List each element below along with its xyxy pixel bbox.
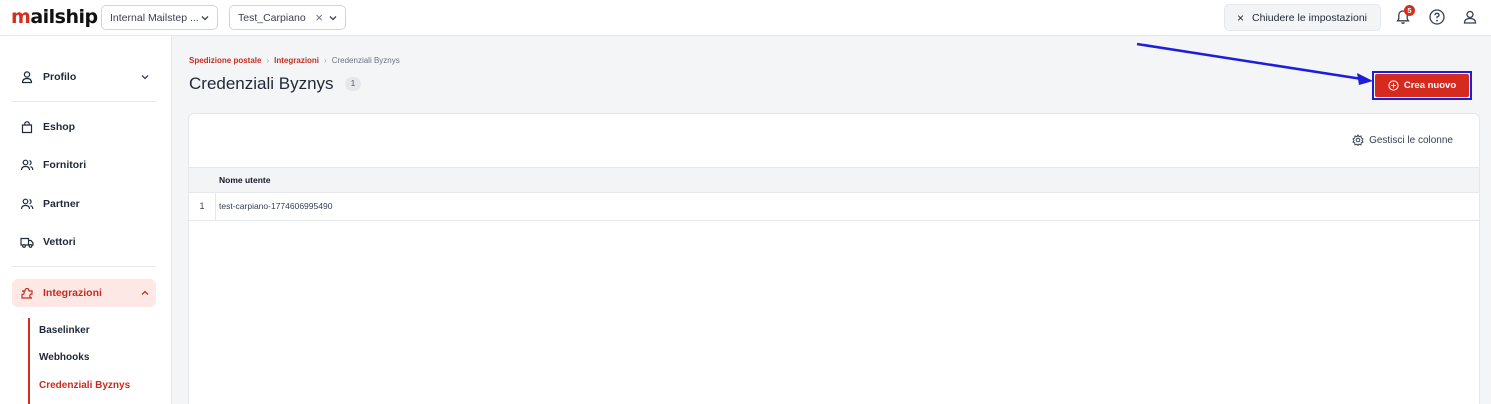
page-title: Credenziali Byznys — [189, 74, 334, 93]
sidebar-item-profilo[interactable]: Profilo — [12, 63, 156, 91]
top-bar: mailship Internal Mailstep ... Test_Carp… — [0, 0, 1491, 36]
user-icon[interactable] — [1461, 8, 1479, 26]
sidebar-item-label: Profilo — [43, 71, 77, 83]
close-settings-button[interactable]: × Chiudere le impostazioni — [1224, 4, 1381, 31]
users-icon — [20, 159, 34, 171]
chevron-down-icon — [201, 16, 209, 21]
notification-badge: 5 — [1404, 5, 1415, 16]
breadcrumb: Spedizione postale › Integrazioni › Cred… — [189, 56, 400, 65]
table-card: Gestisci le colonne Nome utente 1 test-c… — [188, 113, 1480, 404]
sidebar-item-fornitori[interactable]: Fornitori — [12, 151, 156, 179]
sidebar-subitem-credenziali-byznys[interactable]: Credenziali Byznys — [39, 380, 130, 391]
table-row[interactable]: 1 test-carpiano-1774606995490 — [189, 193, 1479, 221]
mailship-logo[interactable]: mailship — [11, 6, 98, 28]
clear-icon[interactable]: × — [315, 10, 323, 25]
client-select-value: Test_Carpiano — [238, 11, 306, 24]
breadcrumb-separator-icon: › — [266, 56, 270, 65]
close-settings-label: Chiudere le impostazioni — [1252, 11, 1367, 24]
sidebar: Profilo Eshop Fornitori Partner Vettori … — [0, 36, 172, 404]
chevron-down-icon — [141, 75, 149, 80]
sidebar-item-label: Fornitori — [43, 159, 87, 171]
sidebar-item-vettori[interactable]: Vettori — [12, 228, 156, 256]
row-number: 1 — [189, 193, 216, 220]
shopping-bag-icon — [21, 121, 33, 134]
annotation-highlight-box: Crea nuovo — [1372, 71, 1472, 100]
organization-select-value: Internal Mailstep ... — [110, 11, 199, 24]
manage-columns-label: Gestisci le colonne — [1369, 134, 1453, 146]
breadcrumb-current: Credenziali Byznys — [331, 56, 400, 65]
sidebar-item-label: Eshop — [43, 121, 76, 133]
breadcrumb-separator-icon: › — [324, 56, 327, 65]
sidebar-item-partner[interactable]: Partner — [12, 190, 156, 218]
breadcrumb-link[interactable]: Integrazioni — [274, 56, 319, 65]
sidebar-item-label: Vettori — [43, 236, 76, 248]
puzzle-icon — [21, 287, 33, 299]
create-new-button[interactable]: Crea nuovo — [1375, 74, 1469, 97]
count-badge: 1 — [345, 77, 361, 91]
partner-icon — [20, 198, 34, 210]
sidebar-item-eshop[interactable]: Eshop — [12, 113, 156, 141]
chevron-up-icon — [141, 290, 149, 295]
create-new-label: Crea nuovo — [1403, 80, 1457, 91]
sidebar-divider — [12, 266, 156, 267]
breadcrumb-link[interactable]: Spedizione postale — [189, 56, 261, 65]
gear-icon — [1352, 134, 1364, 146]
column-header-username[interactable]: Nome utente — [219, 175, 270, 185]
user-icon — [21, 71, 33, 84]
sidebar-divider — [12, 101, 156, 102]
sidebar-subitem-baselinker[interactable]: Baselinker — [39, 325, 90, 336]
sidebar-item-integrazioni[interactable]: Integrazioni — [12, 279, 156, 307]
close-icon: × — [1237, 10, 1245, 25]
sidebar-subitem-webhooks[interactable]: Webhooks — [39, 352, 89, 363]
table-header: Nome utente — [189, 167, 1479, 193]
chevron-down-icon — [329, 16, 337, 21]
manage-columns-button[interactable]: Gestisci le colonne — [1352, 134, 1453, 146]
client-select[interactable]: Test_Carpiano × — [229, 5, 346, 30]
truck-icon — [20, 237, 34, 248]
sidebar-item-label: Integrazioni — [43, 287, 102, 299]
plus-circle-icon — [1388, 80, 1399, 91]
sidebar-item-label: Partner — [43, 198, 80, 210]
organization-select[interactable]: Internal Mailstep ... — [101, 5, 218, 30]
cell-username: test-carpiano-1774606995490 — [219, 201, 333, 211]
help-icon[interactable] — [1428, 8, 1446, 26]
submenu-indicator — [28, 318, 30, 404]
